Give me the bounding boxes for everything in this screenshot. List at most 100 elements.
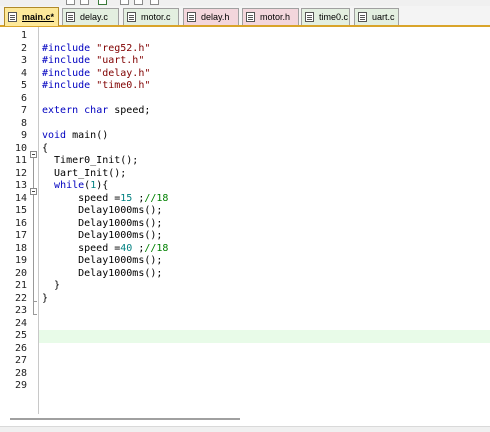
c-file-icon <box>305 12 314 22</box>
code-text: extern char speed; <box>42 105 151 116</box>
c-file-icon <box>8 12 17 22</box>
bottom-border <box>0 426 490 432</box>
file-tab-bar: main.c* delay.c motor.c delay.h motor.h … <box>0 6 490 27</box>
line-number: 2 <box>20 42 27 54</box>
line-number: 14 <box>14 192 27 204</box>
code-text: Delay1000ms(); <box>42 230 163 241</box>
code-line[interactable]: 12 Uart_Init(); <box>0 168 490 181</box>
tab-delay-c[interactable]: delay.c <box>62 8 119 25</box>
toolbar-icon-5[interactable] <box>134 0 143 5</box>
code-line[interactable]: 14 speed =15 ;//18 <box>0 193 490 206</box>
toolbar-icon-3[interactable] <box>98 0 107 5</box>
code-line[interactable]: 16 Delay1000ms(); <box>0 218 490 231</box>
tab-label: uart.c <box>372 12 395 22</box>
tab-label: time0.c <box>319 12 349 22</box>
tab-motor-c[interactable]: motor.c <box>123 8 179 25</box>
code-line[interactable]: 15 Delay1000ms(); <box>0 205 490 218</box>
code-line[interactable]: 22} <box>0 293 490 306</box>
code-line[interactable]: 2 #include "reg52.h" <box>0 43 490 56</box>
fold-collapse-icon[interactable] <box>30 188 37 195</box>
line-number: 10 <box>14 142 27 154</box>
code-line[interactable]: 26 <box>0 343 490 356</box>
code-line[interactable]: 7 extern char speed; <box>0 105 490 118</box>
code-line[interactable]: 29 <box>0 380 490 393</box>
line-number: 21 <box>14 280 27 291</box>
toolbar-icon-6[interactable] <box>150 0 159 5</box>
tab-label: motor.c <box>141 12 171 22</box>
line-number: 25 <box>14 330 27 341</box>
line-number: 19 <box>14 255 27 266</box>
toolbar-icon-1[interactable] <box>66 0 75 5</box>
line-number: 29 <box>14 380 27 391</box>
code-line[interactable]: 23 <box>0 305 490 318</box>
code-text: #include "reg52.h" <box>42 42 151 54</box>
current-line[interactable]: 25 <box>15 330 490 343</box>
line-number: 11 <box>14 155 27 166</box>
code-line[interactable]: 28 <box>0 368 490 381</box>
tab-time0-c[interactable]: time0.c <box>301 8 350 25</box>
code-text: #include "time0.h" <box>42 80 151 91</box>
tab-label: delay.c <box>80 12 108 22</box>
line-number: 18 <box>14 242 27 254</box>
code-text: Delay1000ms(); <box>42 255 163 266</box>
line-number: 5 <box>20 80 27 91</box>
code-line[interactable]: 8 <box>0 118 490 131</box>
code-text: while(1){ <box>54 180 109 191</box>
code-text: { <box>42 142 49 154</box>
h-file-icon <box>246 12 255 22</box>
code-line[interactable]: 13 while(1){ <box>0 180 490 193</box>
line-number: 4 <box>20 67 27 79</box>
line-number: 22 <box>14 292 27 304</box>
tab-label: delay.h <box>201 12 230 22</box>
code-line[interactable]: 3 #include "uart.h" <box>0 55 490 68</box>
code-line[interactable]: 17 Delay1000ms(); <box>0 230 490 243</box>
c-file-icon <box>66 12 75 22</box>
code-line[interactable]: 11 Timer0_Init(); <box>0 155 490 168</box>
line-number: 9 <box>20 130 27 141</box>
tab-motor-h[interactable]: motor.h <box>242 8 299 25</box>
line-number: 17 <box>14 230 27 241</box>
code-line[interactable]: 10 { <box>0 143 490 156</box>
tab-label: main.c* <box>22 12 55 22</box>
c-file-icon <box>358 12 367 22</box>
code-editor[interactable]: 1 2 #include "reg52.h" 3 #include "uart.h" 4 #… <box>0 27 490 414</box>
code-line[interactable]: 21 } <box>0 280 490 293</box>
line-number: 16 <box>14 217 27 229</box>
line-number: 20 <box>14 267 27 279</box>
code-text: #include "delay.h" <box>42 67 151 79</box>
code-line[interactable]: 4 #include "delay.h" <box>0 68 490 81</box>
code-line[interactable]: 19 Delay1000ms(); <box>0 255 490 268</box>
code-text: } <box>42 280 61 291</box>
toolbar-icon-2[interactable] <box>80 0 89 5</box>
code-text: Uart_Init(); <box>42 167 127 179</box>
fold-guide <box>33 302 34 314</box>
line-number: 15 <box>14 205 27 216</box>
code-text: } <box>42 292 49 304</box>
fold-end-marker <box>33 314 37 315</box>
code-line[interactable]: 20 Delay1000ms(); <box>0 268 490 281</box>
tab-uart-c[interactable]: uart.c <box>354 8 399 25</box>
toolbar-icon-4[interactable] <box>120 0 129 5</box>
tab-delay-h[interactable]: delay.h <box>183 8 239 25</box>
fold-guide <box>33 158 34 188</box>
line-number: 8 <box>20 117 27 129</box>
line-number: 27 <box>14 355 27 366</box>
code-line[interactable]: 9 void main() <box>0 130 490 143</box>
code-line[interactable]: 18 speed =40 ;//18 <box>0 243 490 256</box>
tab-main-c[interactable]: main.c* <box>4 7 59 26</box>
code-line[interactable]: 1 <box>0 30 490 43</box>
code-line[interactable]: 6 <box>0 93 490 106</box>
line-number: 7 <box>20 105 27 116</box>
fold-collapse-icon[interactable] <box>30 151 37 158</box>
code-text: Delay1000ms(); <box>42 205 163 216</box>
h-file-icon <box>187 12 196 22</box>
line-number: 28 <box>14 367 27 379</box>
code-line[interactable]: 5 #include "time0.h" <box>0 80 490 93</box>
line-number: 24 <box>14 317 27 329</box>
line-number: 26 <box>14 342 27 354</box>
horizontal-scrollbar[interactable] <box>10 418 240 420</box>
code-line[interactable]: 24 <box>0 318 490 331</box>
line-number: 3 <box>20 55 27 66</box>
line-number: 1 <box>20 30 27 41</box>
code-line[interactable]: 27 <box>0 355 490 368</box>
